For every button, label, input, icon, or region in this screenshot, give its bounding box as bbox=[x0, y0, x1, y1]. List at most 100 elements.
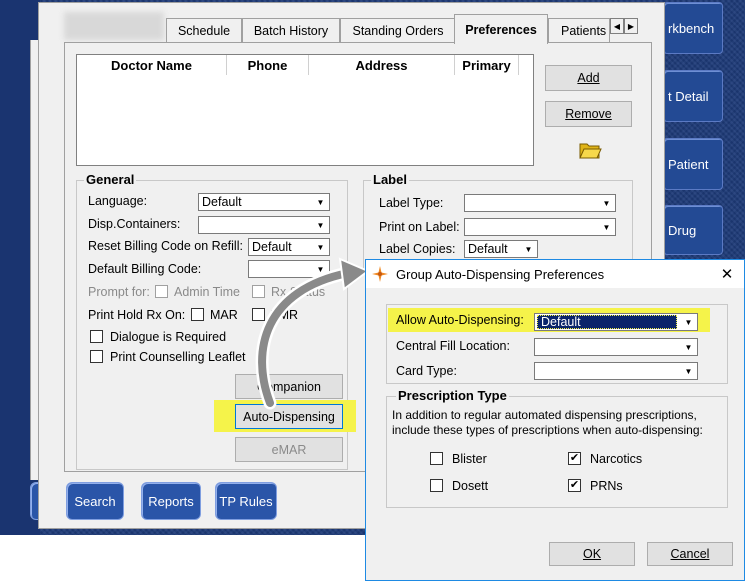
central-fill-select[interactable]: ▼ bbox=[534, 338, 698, 356]
nav-detail-button[interactable]: t Detail bbox=[663, 70, 723, 122]
nav-drug-label: Drug bbox=[668, 222, 697, 238]
reset-billing-label: Reset Billing Code on Refill: bbox=[88, 239, 243, 253]
emar-button[interactable]: eMAR bbox=[235, 437, 343, 462]
print-on-label-label: Print on Label: bbox=[379, 220, 460, 234]
default-billing-label: Default Billing Code: bbox=[88, 262, 202, 276]
folder-open-icon bbox=[579, 143, 602, 159]
chevron-down-icon: ▼ bbox=[602, 222, 611, 232]
folder-open-button[interactable] bbox=[578, 139, 602, 161]
dosett-checkbox[interactable] bbox=[430, 479, 443, 492]
emar-button-label: eMAR bbox=[271, 442, 307, 457]
nav-detail-label: t Detail bbox=[668, 88, 709, 104]
prns-label: PRNs bbox=[590, 479, 623, 493]
tab-scroll-left-button[interactable]: ◀ bbox=[610, 18, 624, 34]
blister-label: Blister bbox=[452, 452, 487, 466]
check-mark-icon: ✔ bbox=[569, 479, 580, 491]
ok-button[interactable]: OK bbox=[549, 542, 635, 566]
add-button[interactable]: Add bbox=[545, 65, 632, 91]
nav-patient-button[interactable]: Patient bbox=[663, 138, 723, 190]
chevron-down-icon: ▼ bbox=[524, 244, 533, 254]
reports-button-label: Reports bbox=[148, 493, 194, 509]
column-header-primary[interactable]: Primary bbox=[455, 55, 519, 75]
disp-containers-select[interactable]: ▼ bbox=[198, 216, 330, 234]
remove-button-label: Remove bbox=[565, 107, 612, 121]
label-type-label: Label Type: bbox=[379, 196, 444, 210]
allow-auto-dispensing-value: Default bbox=[537, 315, 677, 329]
column-header-address[interactable]: Address bbox=[309, 55, 455, 75]
print-counselling-checkbox[interactable] bbox=[90, 350, 103, 363]
tp-rules-button[interactable]: TP Rules bbox=[215, 482, 277, 520]
dialog-close-button[interactable]: ✕ bbox=[716, 264, 738, 284]
language-label: Language: bbox=[88, 194, 148, 208]
tab-preferences-label: Preferences bbox=[465, 22, 537, 37]
card-type-label: Card Type: bbox=[396, 364, 457, 378]
tab-patients[interactable]: Patients bbox=[548, 18, 610, 43]
narcotics-label: Narcotics bbox=[590, 452, 643, 466]
column-header-phone[interactable]: Phone bbox=[227, 55, 309, 75]
language-select[interactable]: Default ▼ bbox=[198, 193, 330, 211]
label-group-title: Label bbox=[371, 172, 409, 187]
prompt-for-label: Prompt for: bbox=[88, 285, 150, 299]
column-header-doctor-name[interactable]: Doctor Name bbox=[77, 55, 227, 75]
tab-schedule-label: Schedule bbox=[177, 24, 231, 38]
dialog-title: Group Auto-Dispensing Preferences bbox=[396, 266, 605, 282]
narcotics-checkbox[interactable]: ✔ bbox=[568, 452, 581, 465]
dialogue-required-checkbox[interactable] bbox=[90, 330, 103, 343]
nav-workbench-label: rkbench bbox=[668, 20, 715, 36]
prescription-type-description-2: include these types of prescriptions whe… bbox=[392, 423, 703, 437]
blister-checkbox[interactable] bbox=[430, 452, 443, 465]
print-hold-label: Print Hold Rx On: bbox=[88, 308, 186, 322]
chevron-down-icon: ▼ bbox=[316, 220, 325, 230]
prescription-type-description-1: In addition to regular automated dispens… bbox=[392, 408, 697, 422]
tab-scroll-right-button[interactable]: ▶ bbox=[624, 18, 638, 34]
tab-batch-history[interactable]: Batch History bbox=[242, 18, 340, 43]
prescription-type-title: Prescription Type bbox=[396, 388, 509, 403]
admin-time-label: Admin Time bbox=[174, 285, 240, 299]
doctor-table[interactable]: Doctor Name Phone Address Primary bbox=[76, 54, 534, 166]
tp-rules-button-label: TP Rules bbox=[219, 493, 273, 509]
nav-workbench-button[interactable]: rkbench bbox=[663, 2, 723, 54]
tab-standing-orders[interactable]: Standing Orders bbox=[340, 18, 456, 43]
allow-auto-dispensing-select[interactable]: Default ▼ bbox=[534, 313, 698, 331]
search-button[interactable]: Search bbox=[66, 482, 124, 520]
print-on-label-select[interactable]: ▼ bbox=[464, 218, 616, 236]
prns-checkbox[interactable]: ✔ bbox=[568, 479, 581, 492]
tab-schedule[interactable]: Schedule bbox=[166, 18, 242, 43]
check-mark-icon: ✔ bbox=[569, 452, 580, 464]
chevron-down-icon: ▼ bbox=[684, 366, 693, 376]
dialogue-required-label: Dialogue is Required bbox=[110, 330, 227, 344]
admin-time-checkbox[interactable] bbox=[155, 285, 168, 298]
ok-button-label: OK bbox=[582, 547, 602, 561]
nav-drug-button[interactable]: Drug bbox=[663, 205, 723, 255]
cancel-button[interactable]: Cancel bbox=[647, 542, 733, 566]
language-value: Default bbox=[202, 195, 242, 209]
curved-arrow-icon bbox=[255, 257, 370, 410]
disp-containers-label: Disp.Containers: bbox=[88, 217, 181, 231]
tab-standing-orders-label: Standing Orders bbox=[352, 24, 444, 38]
cancel-button-label: Cancel bbox=[670, 547, 710, 561]
chevron-down-icon: ▼ bbox=[684, 317, 693, 327]
dialog-titlebar[interactable]: Group Auto-Dispensing Preferences bbox=[366, 260, 744, 288]
reports-button[interactable]: Reports bbox=[141, 482, 201, 520]
column-header-primary-label: Primary bbox=[462, 57, 511, 73]
chevron-down-icon: ▼ bbox=[602, 198, 611, 208]
chevron-down-icon: ▼ bbox=[316, 197, 325, 207]
search-button-label: Search bbox=[74, 493, 116, 509]
app-logo-icon bbox=[372, 266, 388, 282]
mar-checkbox[interactable] bbox=[191, 308, 204, 321]
label-copies-value: Default bbox=[468, 242, 508, 256]
card-type-select[interactable]: ▼ bbox=[534, 362, 698, 380]
auto-dispensing-dialog: Group Auto-Dispensing Preferences ✕ Allo… bbox=[365, 259, 745, 581]
label-type-select[interactable]: ▼ bbox=[464, 194, 616, 212]
caret-right-icon: ▶ bbox=[627, 21, 635, 31]
mar-label: MAR bbox=[210, 308, 238, 322]
dosett-label: Dosett bbox=[452, 479, 489, 493]
chevron-down-icon: ▼ bbox=[316, 242, 325, 252]
tab-preferences[interactable]: Preferences bbox=[454, 14, 548, 44]
label-copies-select[interactable]: Default ▼ bbox=[464, 240, 538, 258]
tab-batch-history-label: Batch History bbox=[253, 24, 329, 38]
remove-button[interactable]: Remove bbox=[545, 101, 632, 127]
label-copies-label: Label Copies: bbox=[379, 242, 456, 256]
reset-billing-select[interactable]: Default ▼ bbox=[248, 238, 330, 256]
nav-patient-label: Patient bbox=[668, 156, 709, 172]
